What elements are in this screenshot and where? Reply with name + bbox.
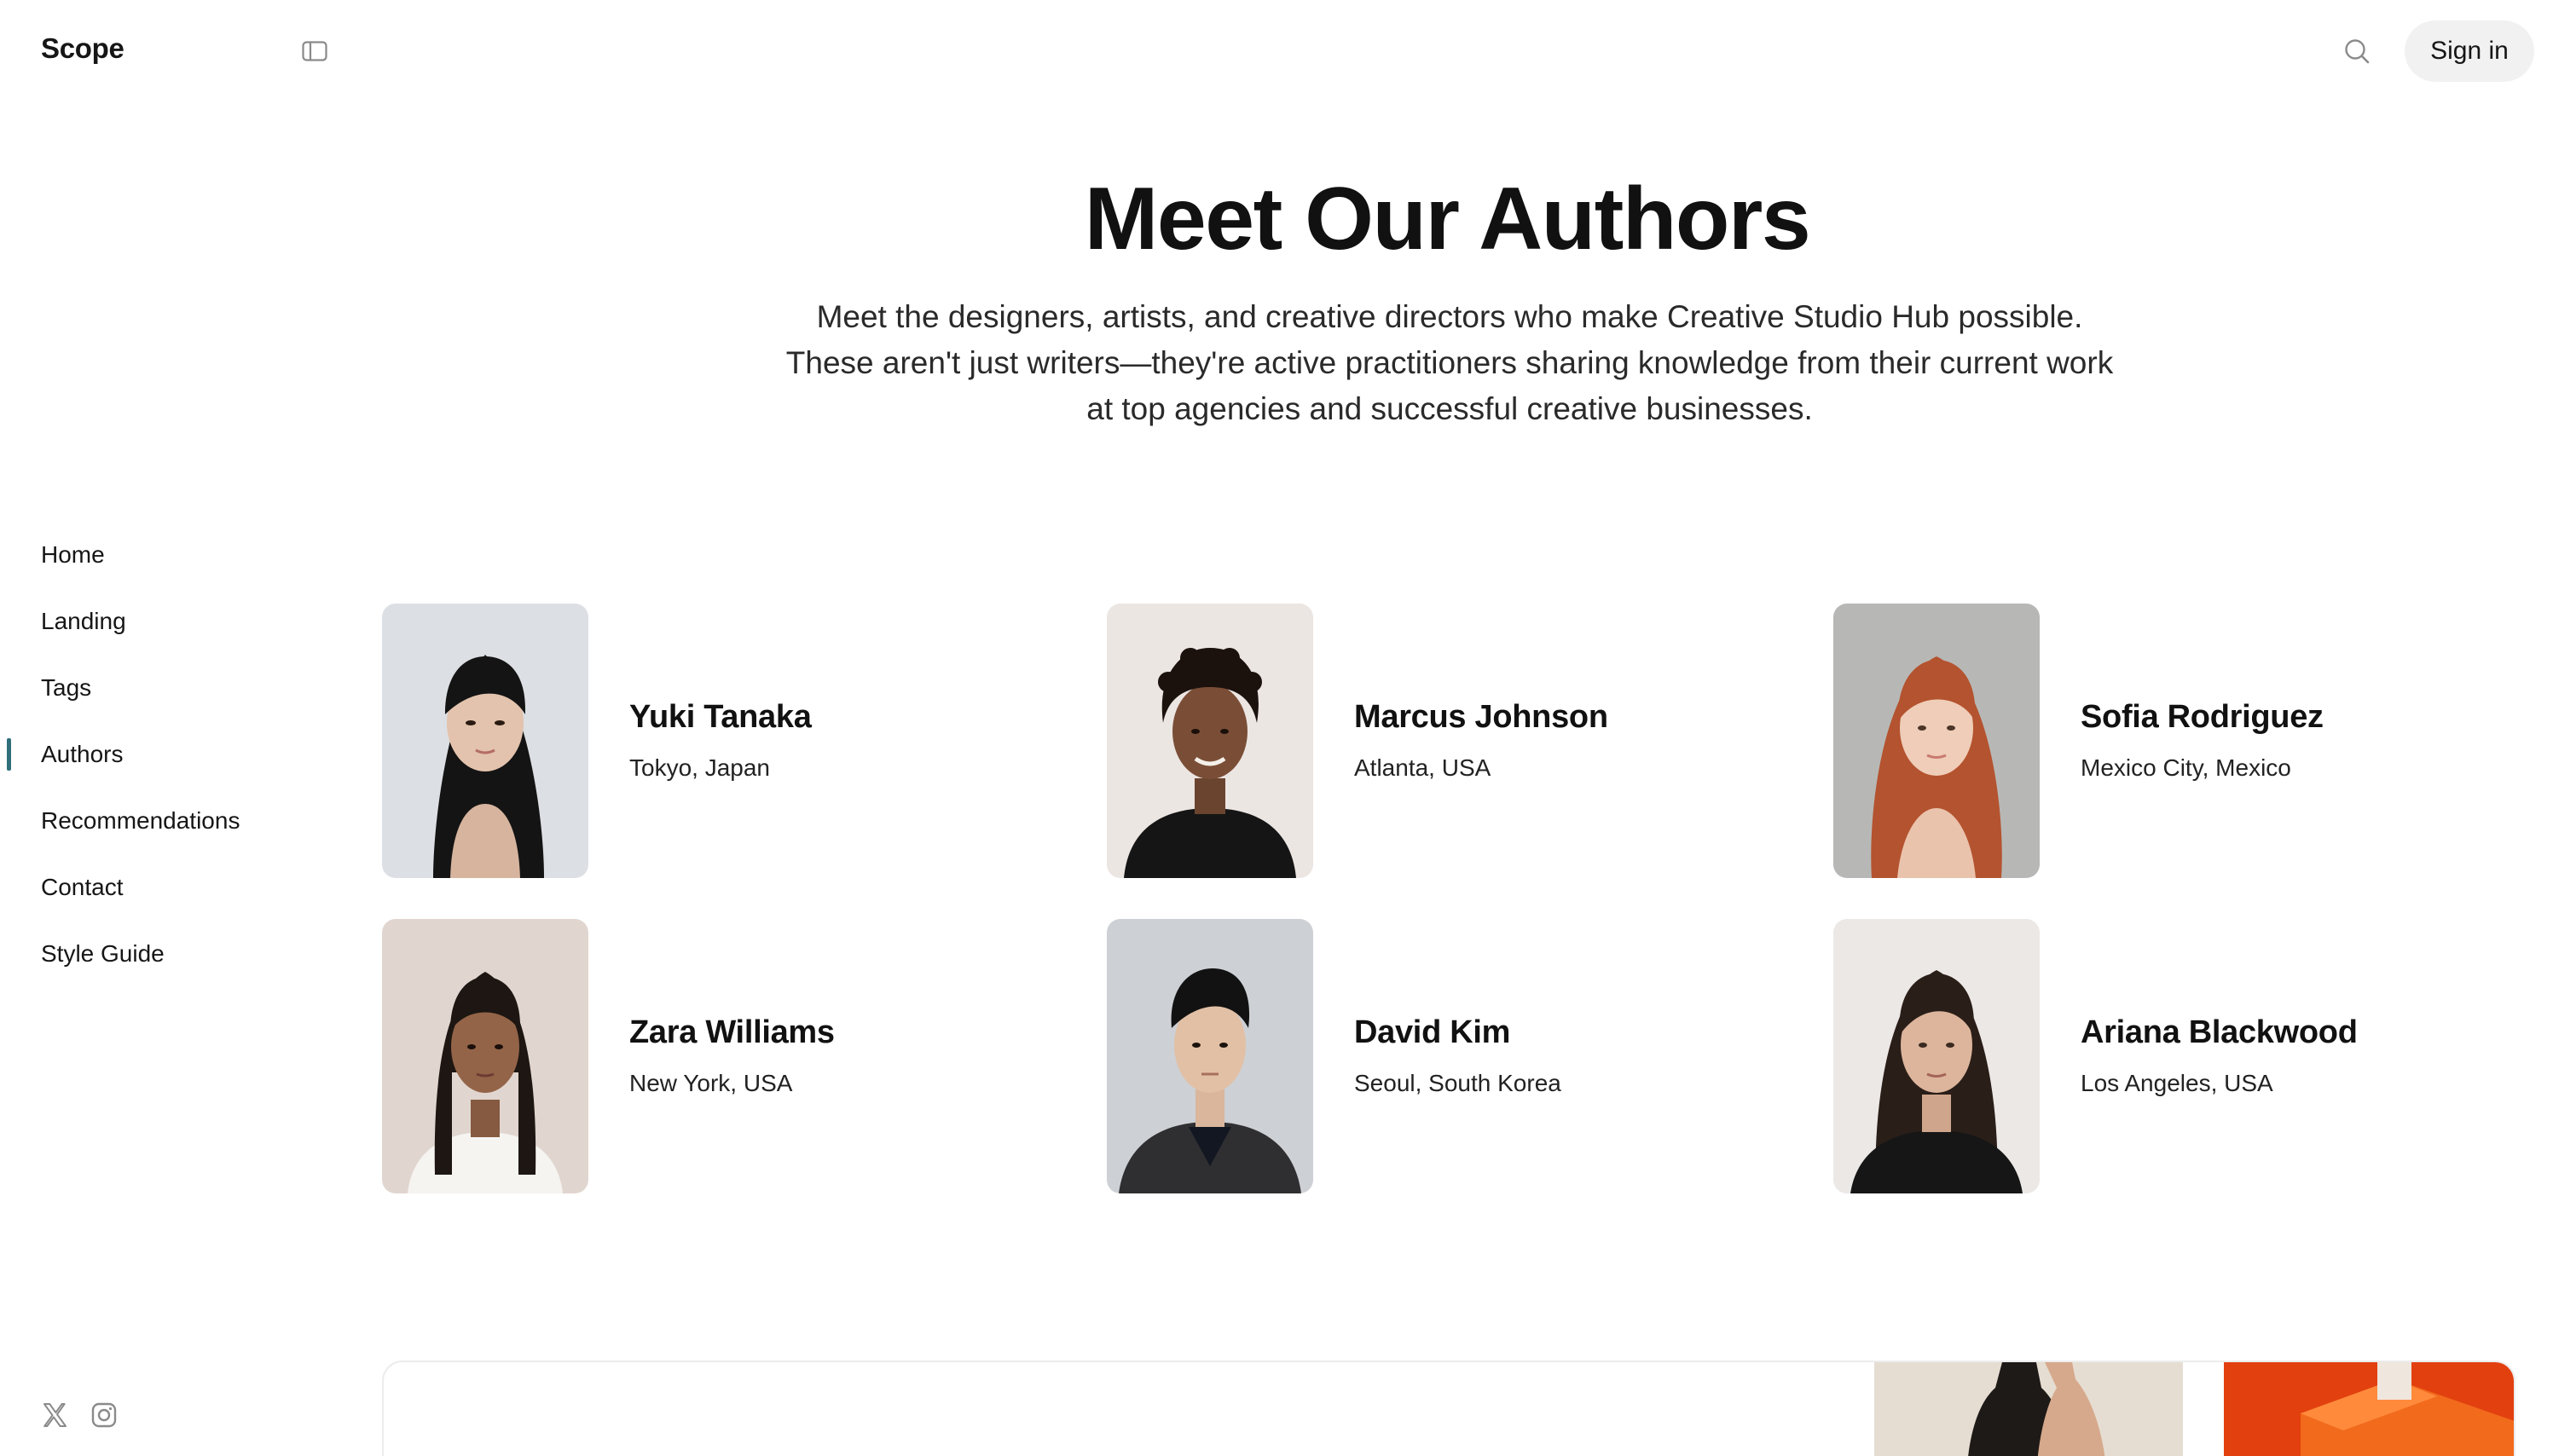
sidebar-item-home[interactable]: Home	[0, 522, 341, 588]
featured-card[interactable]	[382, 1361, 2515, 1456]
author-info: Marcus Johnson Atlanta, USA	[1354, 699, 1608, 782]
sidebar-item-label: Style Guide	[41, 940, 165, 967]
author-name[interactable]: Sofia Rodriguez	[2081, 699, 2324, 736]
author-info: Yuki Tanaka Tokyo, Japan	[629, 699, 812, 782]
author-location: Tokyo, Japan	[629, 754, 770, 781]
author-card[interactable]: Ariana Blackwood Los Angeles, USA	[1833, 919, 2447, 1193]
author-name[interactable]: Zara Williams	[629, 1014, 835, 1051]
sidebar-panel-icon[interactable]	[302, 41, 327, 61]
vases-image	[1874, 1362, 2183, 1456]
author-info: Sofia Rodriguez Mexico City, Mexico	[2081, 699, 2324, 782]
author-avatar[interactable]	[1833, 919, 2040, 1193]
sidebar-item-authors[interactable]: Authors	[0, 721, 341, 788]
author-avatar[interactable]	[382, 604, 588, 878]
sidebar-nav: Home Landing Tags Authors Recommendation…	[0, 522, 341, 987]
brand-logo[interactable]: Scope	[41, 32, 124, 65]
sidebar-item-landing[interactable]: Landing	[0, 588, 341, 655]
author-card[interactable]: Yuki Tanaka Tokyo, Japan	[382, 604, 996, 878]
subtitle-line: Meet the designers, artists, and creativ…	[816, 299, 2083, 334]
sidebar-item-tags[interactable]: Tags	[0, 655, 341, 721]
subtitle-line: These aren't just writers—they're active…	[785, 345, 2114, 380]
page-title: Meet Our Authors	[1084, 170, 1811, 269]
author-avatar[interactable]	[1107, 919, 1313, 1193]
x-twitter-icon[interactable]	[41, 1401, 68, 1429]
page: Scope Sign in Home Landing Tags Authors …	[0, 0, 2553, 1456]
orange-object-image	[2224, 1362, 2514, 1456]
author-card[interactable]: Sofia Rodriguez Mexico City, Mexico	[1833, 604, 2447, 878]
sidebar-item-recommendations[interactable]: Recommendations	[0, 788, 341, 854]
instagram-icon[interactable]	[90, 1401, 118, 1429]
author-location: New York, USA	[629, 1070, 793, 1096]
author-card[interactable]: David Kim Seoul, South Korea	[1107, 919, 1721, 1193]
author-name[interactable]: Ariana Blackwood	[2081, 1014, 2358, 1051]
sidebar-item-label: Recommendations	[41, 807, 240, 834]
author-info: Ariana Blackwood Los Angeles, USA	[2081, 1014, 2358, 1097]
sidebar-item-style-guide[interactable]: Style Guide	[0, 921, 341, 987]
sidebar-item-label: Home	[41, 541, 105, 568]
subtitle-line: at top agencies and successful creative …	[1086, 391, 1813, 426]
sign-in-button[interactable]: Sign in	[2405, 20, 2534, 82]
author-location: Mexico City, Mexico	[2081, 754, 2291, 781]
author-avatar[interactable]	[382, 919, 588, 1193]
author-name[interactable]: Yuki Tanaka	[629, 699, 812, 736]
author-card[interactable]: Marcus Johnson Atlanta, USA	[1107, 604, 1721, 878]
author-avatar[interactable]	[1107, 604, 1313, 878]
page-subtitle: Meet the designers, artists, and creativ…	[750, 294, 2149, 432]
sidebar-item-label: Authors	[41, 741, 124, 767]
search-icon[interactable]	[2342, 36, 2372, 66]
sidebar-item-label: Tags	[41, 674, 92, 701]
author-location: Los Angeles, USA	[2081, 1070, 2273, 1096]
author-info: Zara Williams New York, USA	[629, 1014, 835, 1097]
author-card[interactable]: Zara Williams New York, USA	[382, 919, 996, 1193]
author-avatar[interactable]	[1833, 604, 2040, 878]
sidebar-item-label: Landing	[41, 608, 126, 634]
sidebar-item-contact[interactable]: Contact	[0, 854, 341, 921]
author-name[interactable]: Marcus Johnson	[1354, 699, 1608, 736]
social-links	[41, 1401, 118, 1429]
author-info: David Kim Seoul, South Korea	[1354, 1014, 1561, 1097]
author-location: Seoul, South Korea	[1354, 1070, 1561, 1096]
author-name[interactable]: David Kim	[1354, 1014, 1561, 1051]
author-location: Atlanta, USA	[1354, 754, 1491, 781]
sidebar-item-label: Contact	[41, 874, 124, 900]
